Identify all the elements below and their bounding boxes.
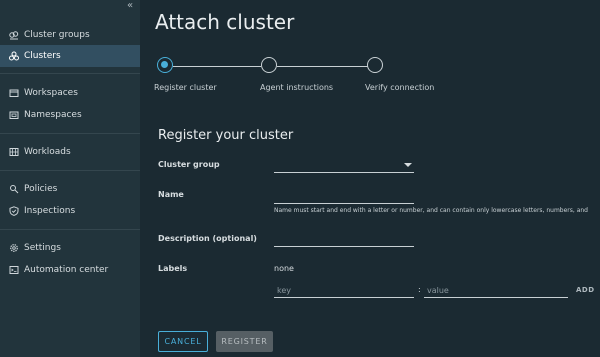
sidebar-divider [0,73,140,74]
automation-center-icon [9,266,19,274]
sidebar-item-clusters[interactable]: Clusters [0,45,140,67]
main-content: Attach cluster Register cluster Agent in… [140,0,600,357]
sidebar-item-label: Cluster groups [24,30,90,40]
sidebar-item-label: Namespaces [24,110,82,120]
description-input[interactable] [274,233,414,247]
sidebar-item-settings[interactable]: Settings [0,237,140,259]
labels-none-text: none [274,264,294,273]
step-label-agent-instructions: Agent instructions [260,83,334,92]
label-value-input[interactable]: value [424,284,568,298]
sidebar-item-label: Workloads [24,147,71,157]
workspaces-icon [9,89,19,97]
caret-down-icon [404,163,412,167]
collapse-sidebar-button[interactable]: « [124,0,136,12]
label-key-input[interactable]: key [274,284,414,298]
labels-label: Labels [158,264,188,273]
key-value-separator: : [418,285,421,294]
sidebar-item-namespaces[interactable]: Namespaces [0,104,140,126]
workloads-icon [9,148,19,156]
step-label-register-cluster: Register cluster [154,83,217,92]
sidebar-item-label: Workspaces [24,88,78,98]
sidebar-item-workloads[interactable]: Workloads [0,141,140,163]
double-chevron-left-icon: « [126,0,134,11]
sidebar-divider [0,133,140,134]
shield-check-icon [9,206,19,216]
step-label-verify-connection: Verify connection [365,83,435,92]
name-label: Name [158,190,184,199]
sidebar-item-label: Automation center [24,265,109,275]
step-agent-instructions-indicator [261,57,277,73]
cluster-group-select[interactable] [274,159,414,173]
step-register-cluster-indicator[interactable] [157,57,173,73]
name-helper-text: Name must start and end with a letter or… [274,207,588,214]
app-root: « Cluster groups Clusters Workspaces Nam… [0,0,600,357]
sidebar-item-policies[interactable]: Policies [0,178,140,200]
stepper-connector [173,66,261,67]
sidebar-item-automation-center[interactable]: Automation center [0,259,140,281]
cancel-button[interactable]: CANCEL [158,331,208,352]
clusters-icon [9,51,19,61]
form-section-title: Register your cluster [158,128,294,143]
sidebar-item-label: Settings [24,243,61,253]
name-input[interactable] [274,190,414,204]
gear-icon [10,244,18,252]
description-label: Description (optional) [158,234,257,243]
step-verify-connection-indicator [367,57,383,73]
sidebar-item-label: Policies [24,184,58,194]
policies-icon [10,185,19,194]
sidebar-divider [0,229,140,230]
register-button[interactable]: REGISTER [216,331,273,352]
sidebar-item-label: Clusters [24,51,61,61]
sidebar-item-cluster-groups[interactable]: Cluster groups [0,24,140,46]
cluster-groups-icon [9,31,19,40]
namespaces-icon [9,111,19,119]
stepper-connector [277,66,368,67]
page-title: Attach cluster [155,10,295,34]
sidebar-item-inspections[interactable]: Inspections [0,200,140,222]
sidebar-divider [0,170,140,171]
sidebar-item-workspaces[interactable]: Workspaces [0,82,140,104]
sidebar: « Cluster groups Clusters Workspaces Nam… [0,0,140,357]
sidebar-item-label: Inspections [24,206,76,216]
cluster-group-label: Cluster group [158,160,220,169]
add-label-button[interactable]: ADD [576,286,595,294]
